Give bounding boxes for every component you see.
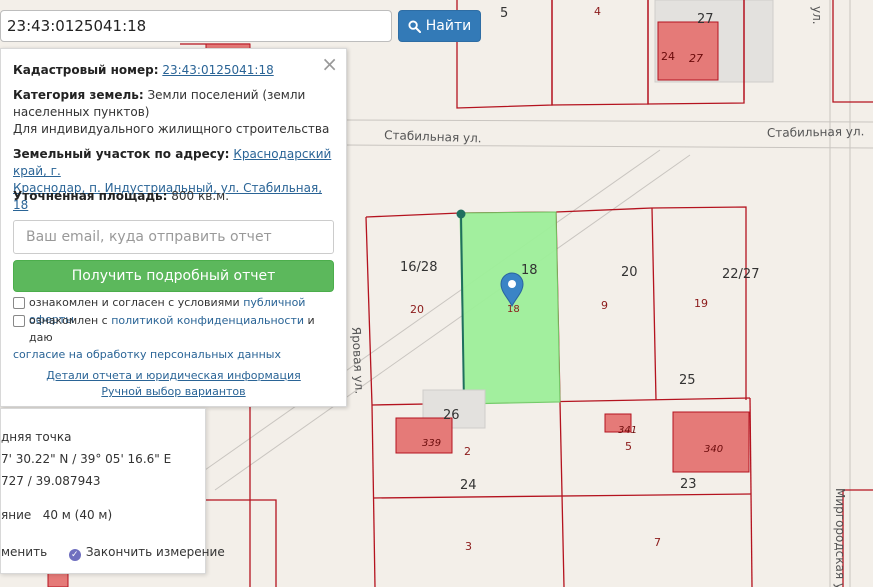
- parcel-label-20a: 20: [410, 303, 424, 316]
- parcel-label-7: 7: [654, 536, 661, 549]
- manual-select-link[interactable]: Ручной выбор вариантов: [101, 385, 245, 398]
- cadastral-link[interactable]: 23:43:0125041:18: [162, 63, 273, 77]
- measure-actions: менить ✓ Закончить измерение: [1, 545, 225, 561]
- distance-label: яние: [1, 508, 32, 522]
- parcel-label-18: 18: [521, 263, 538, 278]
- privacy-checkbox[interactable]: [13, 315, 25, 327]
- details-link[interactable]: Детали отчета и юридическая информация: [46, 369, 301, 382]
- email-field[interactable]: [13, 220, 334, 254]
- street-label-top: ул.: [810, 6, 824, 25]
- measurement-panel: дняя точка 7' 30.22" N / 39° 05' 16.6" E…: [0, 408, 225, 574]
- parcel-label-16-28: 16/28: [400, 260, 437, 275]
- parcel-label-2: 2: [464, 445, 471, 458]
- street-label-stabilnaya-2: Стабильная ул.: [767, 124, 865, 140]
- search-button-label: Найти: [425, 18, 472, 34]
- category-label: Категория земель:: [13, 88, 144, 102]
- parcel-label-340: 340: [704, 444, 723, 455]
- parcel-label-20: 20: [621, 265, 638, 280]
- area-value: 800 кв.м.: [171, 189, 230, 203]
- category-value-3: Для индивидуального жилищного строительс…: [13, 122, 330, 136]
- measurement-point-start[interactable]: [456, 209, 466, 219]
- privacy-text: ознакомлен с: [29, 314, 108, 327]
- parcel-label-27-top: 27: [689, 52, 703, 65]
- parcel-label-4: 4: [594, 5, 601, 18]
- parcel-label-3: 3: [465, 540, 472, 553]
- parcel-label-19: 19: [694, 297, 708, 310]
- area-row: Уточненная площадь: 800 кв.м.: [13, 188, 338, 205]
- distance-value: 40 м (40 м): [42, 508, 113, 522]
- parcel-label-5b: 5: [625, 440, 632, 453]
- parcel-label-23: 23: [680, 477, 697, 492]
- parcel-label-26: 26: [443, 408, 460, 423]
- parcel-info-popup: × Кадастровый номер: 23:43:0125041:18 Ка…: [0, 48, 347, 407]
- parcel-label-9: 9: [601, 299, 608, 312]
- get-report-button[interactable]: Получить подробный отчет: [13, 260, 334, 292]
- finish-measure-button[interactable]: Закончить измерение: [86, 545, 225, 559]
- parcel-label-24: 24: [460, 478, 477, 493]
- area-label: Уточненная площадь:: [13, 189, 168, 203]
- category-value-1: Земли поселений (земли: [147, 88, 306, 102]
- cancel-measure-button[interactable]: менить: [1, 545, 47, 559]
- search-icon: [408, 19, 421, 33]
- address-label: Земельный участок по адресу:: [13, 147, 230, 161]
- offer-text: ознакомлен и согласен с условиями: [29, 296, 240, 309]
- parcel-label-18-small: 18: [507, 304, 520, 315]
- parcel-label-341: 341: [618, 425, 637, 436]
- parcel-label-339: 339: [422, 438, 441, 449]
- coords-decimal: 727 / 39.087943: [1, 474, 101, 488]
- consent-link[interactable]: согласие на обработку персональных данны…: [13, 348, 281, 361]
- check-icon: ✓: [68, 549, 81, 561]
- distance-row: яние 40 м (40 м): [1, 508, 112, 522]
- category-value-2: населенных пунктов): [13, 105, 150, 119]
- offer-checkbox[interactable]: [13, 297, 25, 309]
- search-input[interactable]: [0, 10, 392, 42]
- parcel-label-24-top: 24: [661, 50, 675, 63]
- point-label: дняя точка: [1, 430, 72, 444]
- parcel-label-22-27: 22/27: [722, 267, 759, 282]
- category-row: Категория земель: Земли поселений (земли…: [13, 87, 338, 138]
- privacy-link[interactable]: политикой конфиденциальности: [111, 314, 304, 327]
- parcel-label-5: 5: [500, 6, 508, 21]
- cadastral-label: Кадастровый номер:: [13, 63, 159, 77]
- coords-dms: 7' 30.22" N / 39° 05' 16.6" E: [1, 452, 172, 466]
- street-label-mirgorodskaya: Миргородская ул.: [833, 488, 847, 587]
- details-links: Детали отчета и юридическая информация Р…: [1, 368, 346, 400]
- parcel-label-25: 25: [679, 373, 696, 388]
- cadastral-row: Кадастровый номер: 23:43:0125041:18: [13, 62, 338, 79]
- privacy-agreement-text: ознакомлен с политикой конфиденциальност…: [13, 312, 339, 363]
- search-button[interactable]: Найти: [398, 10, 481, 42]
- parcel-label-27: 27: [697, 12, 714, 27]
